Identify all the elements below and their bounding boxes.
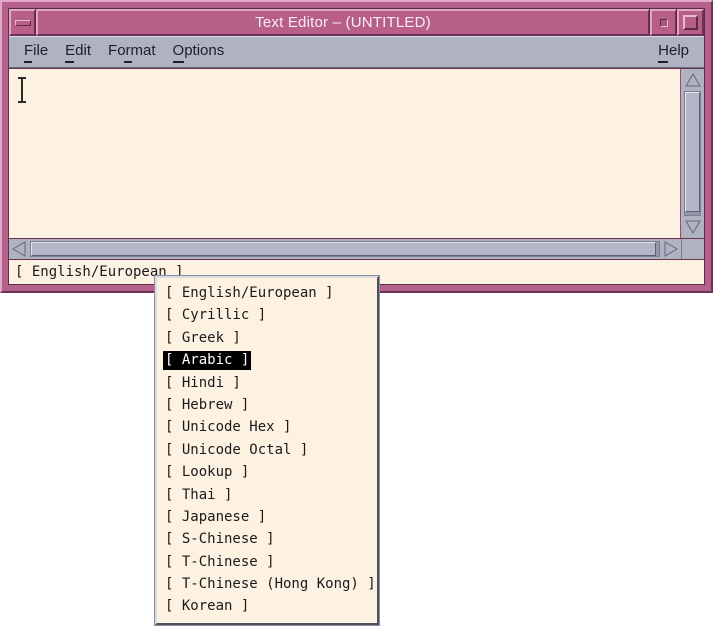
maximize-icon (683, 15, 698, 30)
popup-item-label: [ Thai ] (163, 486, 234, 505)
popup-item[interactable]: [ Thai ] (157, 484, 377, 506)
popup-item[interactable]: [ Unicode Octal ] (157, 439, 377, 461)
mnemonic-underline (65, 61, 74, 63)
minimize-button[interactable] (650, 9, 677, 36)
menu-edit-label: Edit (65, 42, 91, 59)
menu-help[interactable]: Help (657, 39, 690, 65)
popup-item[interactable]: [ T-Chinese (Hong Kong) ] (157, 573, 377, 595)
scroll-left-button[interactable] (9, 240, 29, 258)
menu-file-label: File (24, 42, 48, 59)
titlebar-row: Text Editor – (UNTITLED) (9, 9, 704, 36)
workarea (9, 68, 704, 239)
left-arrow-icon (12, 241, 26, 257)
popup-item[interactable]: [ Arabic ] (157, 349, 377, 371)
scroll-up-button[interactable] (682, 70, 703, 90)
horizontal-scrollbar-thumb[interactable] (31, 242, 656, 256)
mnemonic-underline (24, 61, 32, 63)
horizontal-scrollbar-track[interactable] (30, 241, 660, 257)
window-frame: Text Editor – (UNTITLED) File Edit (8, 8, 705, 285)
desktop-background: Text Editor – (UNTITLED) File Edit (0, 0, 713, 629)
text-editor-window: Text Editor – (UNTITLED) File Edit (0, 0, 713, 293)
window-menu-button[interactable] (9, 9, 36, 36)
up-arrow-icon (685, 73, 701, 87)
text-area[interactable] (9, 69, 681, 238)
mnemonic-underline (124, 61, 132, 63)
menu-options-label: Options (173, 42, 225, 59)
popup-item[interactable]: [ Lookup ] (157, 461, 377, 483)
horizontal-scrollbar[interactable] (9, 239, 681, 259)
popup-item-label: [ Lookup ] (163, 463, 251, 482)
menu-file[interactable]: File (23, 39, 49, 65)
popup-item-label: [ Korean ] (163, 597, 251, 616)
popup-item[interactable]: [ Japanese ] (157, 506, 377, 528)
popup-item-label: [ T-Chinese (Hong Kong) ] (163, 575, 378, 594)
menu-edit[interactable]: Edit (64, 39, 92, 65)
menu-help-label: Help (658, 42, 689, 59)
text-cursor-icon (15, 75, 29, 105)
popup-item-label: [ S-Chinese ] (163, 530, 277, 549)
scroll-down-button[interactable] (682, 217, 703, 237)
menu-format[interactable]: Format (107, 39, 157, 65)
popup-item-label: [ Japanese ] (163, 508, 268, 527)
titlebar[interactable]: Text Editor – (UNTITLED) (36, 9, 650, 36)
popup-item[interactable]: [ Greek ] (157, 327, 377, 349)
window-title: Text Editor – (UNTITLED) (255, 14, 431, 31)
right-arrow-icon (664, 241, 678, 257)
popup-item-label: [ Hindi ] (163, 374, 243, 393)
popup-item-label: [ Arabic ] (163, 351, 251, 370)
scroll-right-button[interactable] (661, 240, 681, 258)
hscroll-row (9, 239, 704, 259)
popup-item[interactable]: [ Korean ] (157, 595, 377, 617)
popup-item[interactable]: [ Hindi ] (157, 372, 377, 394)
mnemonic-underline (658, 61, 668, 63)
popup-item-label: [ Hebrew ] (163, 396, 251, 415)
popup-item-label: [ Unicode Hex ] (163, 418, 293, 437)
vertical-scrollbar-thumb[interactable] (685, 92, 700, 212)
language-popup-menu: [ English/European ] [ Cyrillic ] [ Gree… (155, 276, 379, 625)
minimize-icon (660, 19, 668, 27)
menu-options[interactable]: Options (172, 39, 226, 65)
down-arrow-icon (685, 220, 701, 234)
popup-item-label: [ T-Chinese ] (163, 553, 277, 572)
popup-item[interactable]: [ Cyrillic ] (157, 304, 377, 326)
popup-item[interactable]: [ Hebrew ] (157, 394, 377, 416)
popup-item[interactable]: [ S-Chinese ] (157, 528, 377, 550)
window-menu-dash-icon (15, 20, 31, 26)
popup-item-label: [ Cyrillic ] (163, 306, 268, 325)
maximize-button[interactable] (677, 9, 704, 36)
popup-item[interactable]: [ English/European ] (157, 282, 377, 304)
scrollbar-corner (681, 239, 704, 259)
menubar: File Edit Format Options Help (9, 36, 704, 68)
popup-item[interactable]: [ T-Chinese ] (157, 551, 377, 573)
popup-item-label: [ Greek ] (163, 329, 243, 348)
popup-item[interactable]: [ Unicode Hex ] (157, 416, 377, 438)
vertical-scrollbar[interactable] (681, 69, 704, 238)
vertical-scrollbar-track[interactable] (684, 91, 701, 216)
popup-item-label: [ Unicode Octal ] (163, 441, 310, 460)
menu-format-label: Format (108, 42, 156, 59)
mnemonic-underline (173, 61, 184, 63)
popup-item-label: [ English/European ] (163, 284, 336, 303)
